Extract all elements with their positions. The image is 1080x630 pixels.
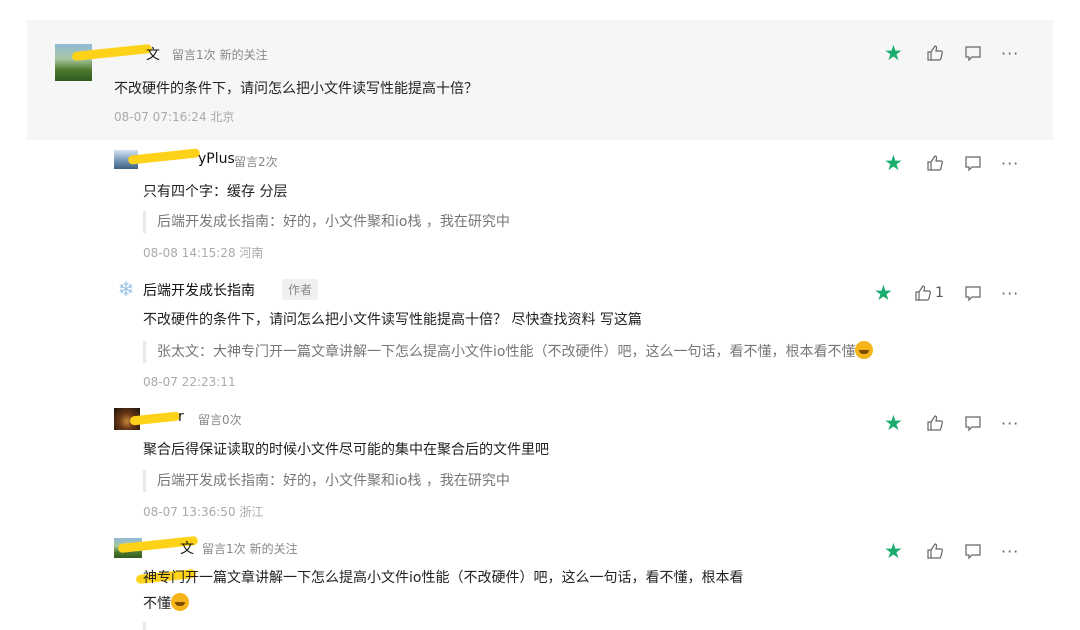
avatar[interactable]	[55, 44, 92, 81]
commenter-name[interactable]: 文	[180, 538, 194, 558]
emoji-icon	[171, 593, 189, 611]
comment-icon[interactable]	[964, 540, 982, 562]
thumbs-up-icon[interactable]	[926, 540, 944, 562]
quoted-reply-text: 张太文：大神专门开一篇文章讲解一下怎么提高小文件io性能（不改硬件）吧，这么一句…	[157, 344, 856, 360]
redaction-mark	[127, 148, 201, 165]
follow-tag: 新的关注	[219, 48, 268, 62]
comment-body-line-2: 不懂	[143, 593, 189, 615]
comment-time: 08-07 22:23:11	[143, 375, 236, 389]
commenter-meta: 留言2次	[234, 153, 282, 170]
commenter-meta: 留言1次 新的关注	[172, 46, 272, 63]
comment-body: 不改硬件的条件下，请问怎么把小文件读写性能提高十倍？	[114, 81, 478, 97]
comment-time: 08-08 14:15:28 河南	[143, 246, 264, 260]
thumbs-up-icon[interactable]	[926, 412, 944, 434]
comment-thread: 文 留言1次 新的关注 不改硬件的条件下，请问怎么把小文件读写性能提高十倍？ 08…	[0, 0, 1080, 630]
more-icon[interactable]: ···	[1001, 412, 1019, 434]
quoted-reply: 后端开发成长指南：好的，小文件聚和io栈 ，我在研究中	[143, 470, 510, 492]
star-icon[interactable]: ★	[884, 152, 903, 174]
snowflake-icon[interactable]: ❄	[114, 278, 138, 300]
comment-body: 神专门开一篇文章讲解一下怎么提高小文件io性能（不改硬件）吧，这么一句话，看不懂…	[143, 570, 744, 586]
thumbs-up-icon[interactable]	[926, 42, 944, 64]
star-icon[interactable]: ★	[884, 42, 903, 64]
more-icon[interactable]: ···	[1001, 42, 1019, 64]
thumbs-up-icon[interactable]: 1	[914, 282, 944, 304]
follow-tag: 新的关注	[249, 542, 298, 556]
comment-actions: ★ ···	[884, 152, 1024, 174]
quoted-reply-cutoff	[143, 622, 566, 630]
star-icon[interactable]: ★	[874, 282, 893, 304]
comment-actions: ★ ···	[884, 42, 1024, 64]
like-count: 1	[935, 285, 944, 301]
comment-icon[interactable]	[964, 152, 982, 174]
comment-body: 只有四个字：缓存 分层	[143, 184, 288, 200]
comment-count-tag: 留言1次	[172, 48, 216, 62]
commenter-name[interactable]: 文	[146, 44, 160, 64]
commenter-name[interactable]: r	[178, 409, 184, 425]
star-icon[interactable]: ★	[884, 412, 903, 434]
more-icon[interactable]: ···	[1001, 540, 1019, 562]
commenter-meta: 留言0次	[198, 411, 246, 428]
comment-time: 08-07 07:16:24 北京	[114, 110, 235, 124]
commenter-meta: 留言1次 新的关注	[202, 540, 302, 557]
comment-body-text: 不懂	[143, 596, 171, 612]
comment-count-tag: 留言1次	[202, 542, 246, 556]
comment-actions: ★ ···	[884, 540, 1024, 562]
more-icon[interactable]: ···	[1001, 152, 1019, 174]
comment-icon[interactable]	[964, 282, 982, 304]
quoted-reply: 张太文：大神专门开一篇文章讲解一下怎么提高小文件io性能（不改硬件）吧，这么一句…	[143, 341, 874, 363]
author-badge: 作者	[282, 279, 319, 300]
more-icon[interactable]: ···	[1001, 282, 1019, 304]
comment-icon[interactable]	[964, 42, 982, 64]
comment-count-tag: 留言0次	[198, 413, 242, 427]
comment-time: 08-07 13:36:50 浙江	[143, 505, 264, 519]
commenter-name[interactable]: 后端开发成长指南	[143, 280, 255, 300]
quoted-reply: 后端开发成长指南：好的，小文件聚和io栈 ，我在研究中	[143, 211, 510, 233]
commenter-name[interactable]: yPlus	[198, 151, 235, 167]
comment-icon[interactable]	[964, 412, 982, 434]
comment-body: 不改硬件的条件下，请问怎么把小文件读写性能提高十倍？ 尽快查找资料 写这篇	[143, 312, 642, 328]
comment-actions: ★ ···	[884, 412, 1024, 434]
emoji-icon	[855, 341, 874, 359]
star-icon[interactable]: ★	[884, 540, 903, 562]
comment-actions: ★ 1 ···	[874, 282, 1018, 304]
comment-body: 聚合后得保证读取的时候小文件尽可能的集中在聚合后的文件里吧	[143, 442, 549, 458]
thumbs-up-icon[interactable]	[926, 152, 944, 174]
comment-count-tag: 留言2次	[234, 155, 278, 169]
